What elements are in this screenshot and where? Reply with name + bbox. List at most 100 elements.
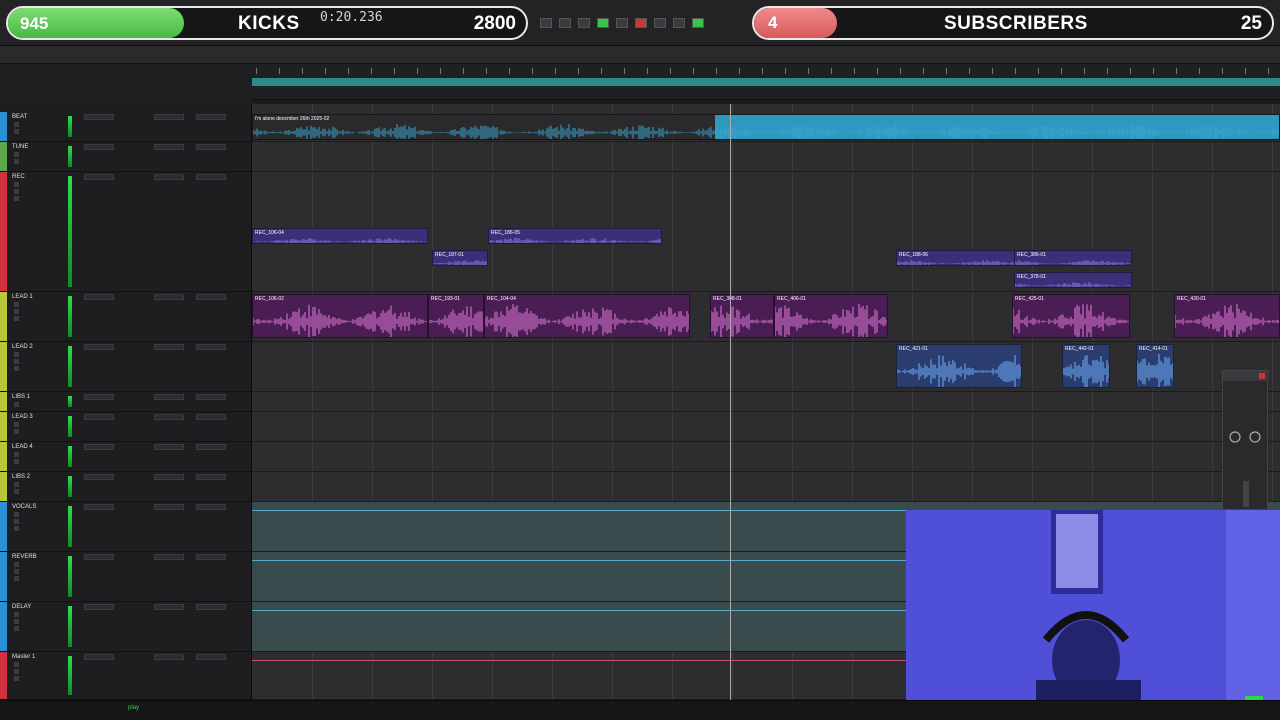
send-slot[interactable] — [154, 294, 184, 300]
track-name[interactable]: DELAY — [12, 604, 31, 610]
send-slot[interactable] — [154, 344, 184, 350]
track-header[interactable]: REVERB — [0, 552, 252, 602]
track-mute-button[interactable] — [14, 189, 19, 194]
track-solo-button[interactable] — [14, 352, 19, 357]
track-name[interactable]: LEAD 3 — [12, 414, 33, 420]
insert-slot[interactable] — [84, 174, 114, 180]
send-slot[interactable] — [154, 604, 184, 610]
io-selector[interactable] — [196, 174, 226, 180]
track-solo-button[interactable] — [14, 422, 19, 427]
track-solo-button[interactable] — [14, 512, 19, 517]
insert-slot[interactable] — [84, 414, 114, 420]
track-mute-button[interactable] — [14, 619, 19, 624]
audio-clip[interactable]: REC_193-01 — [428, 294, 484, 338]
insert-slot[interactable] — [84, 444, 114, 450]
io-selector[interactable] — [196, 414, 226, 420]
track-header[interactable]: LEAD 3 — [0, 412, 252, 442]
audio-clip[interactable]: REC_386-01 — [1014, 250, 1132, 266]
audio-clip[interactable]: REC_425-01 — [1012, 294, 1130, 338]
insert-slot[interactable] — [84, 344, 114, 350]
track-solo-button[interactable] — [14, 122, 19, 127]
send-slot[interactable] — [154, 174, 184, 180]
insert-slot[interactable] — [84, 554, 114, 560]
track-mute-button[interactable] — [14, 519, 19, 524]
insert-slot[interactable] — [84, 604, 114, 610]
track-header[interactable]: REC — [0, 172, 252, 292]
audio-clip[interactable]: REC_406-01 — [774, 294, 888, 338]
send-slot[interactable] — [154, 554, 184, 560]
io-selector[interactable] — [196, 344, 226, 350]
io-selector[interactable] — [196, 144, 226, 150]
track-header[interactable]: VOCALS — [0, 502, 252, 552]
online-button[interactable] — [540, 18, 552, 28]
send-slot[interactable] — [154, 394, 184, 400]
track-header[interactable]: Master 1 — [0, 652, 252, 700]
track-name[interactable]: BEAT — [12, 114, 27, 120]
track-solo-button[interactable] — [14, 402, 19, 407]
track-name[interactable]: LIBS 2 — [12, 474, 30, 480]
track-solo-button[interactable] — [14, 482, 19, 487]
track-name[interactable]: TUNE — [12, 144, 28, 150]
track-header[interactable]: LEAD 4 — [0, 442, 252, 472]
audio-clip[interactable]: REC_188-06 — [896, 250, 1016, 266]
audio-clip[interactable]: REC_378-01 — [1014, 272, 1132, 288]
io-selector[interactable] — [196, 394, 226, 400]
track-header[interactable]: BEAT — [0, 112, 252, 142]
audio-clip[interactable]: i'm alone december 26th 2025-02 — [252, 114, 1280, 140]
track-solo-button[interactable] — [14, 182, 19, 187]
plugin-window[interactable] — [1222, 370, 1269, 510]
main-counter[interactable]: 0:20.236 — [320, 10, 383, 25]
track-header[interactable]: DELAY — [0, 602, 252, 652]
io-selector[interactable] — [196, 554, 226, 560]
send-slot[interactable] — [154, 654, 184, 660]
track-solo-button[interactable] — [14, 302, 19, 307]
track-header[interactable]: LEAD 1 — [0, 292, 252, 342]
track-name[interactable]: VOCALS — [12, 504, 36, 510]
track-solo-button[interactable] — [14, 152, 19, 157]
record-button[interactable] — [635, 18, 647, 28]
track-lane[interactable] — [252, 392, 1280, 412]
send-slot[interactable] — [154, 474, 184, 480]
track-name[interactable]: Master 1 — [12, 654, 35, 660]
track-solo-button[interactable] — [14, 612, 19, 617]
track-name[interactable]: REC — [12, 174, 25, 180]
track-lane[interactable] — [252, 412, 1280, 442]
track-rec-button[interactable] — [14, 626, 19, 631]
loop-button[interactable] — [654, 18, 666, 28]
playhead-cursor[interactable] — [730, 104, 731, 700]
track-rec-button[interactable] — [14, 676, 19, 681]
insert-slot[interactable] — [84, 474, 114, 480]
track-name[interactable]: LEAD 2 — [12, 344, 33, 350]
audio-clip[interactable]: REC_414-01 — [1136, 344, 1174, 388]
track-header[interactable]: TUNE — [0, 142, 252, 172]
send-slot[interactable] — [154, 114, 184, 120]
track-mute-button[interactable] — [14, 159, 19, 164]
track-name[interactable]: LIBS 1 — [12, 394, 30, 400]
io-selector[interactable] — [196, 294, 226, 300]
audio-clip[interactable]: REC_106-04 — [252, 228, 428, 244]
track-solo-button[interactable] — [14, 562, 19, 567]
io-selector[interactable] — [196, 504, 226, 510]
track-mute-button[interactable] — [14, 429, 19, 434]
track-lane[interactable] — [252, 442, 1280, 472]
track-rec-button[interactable] — [14, 366, 19, 371]
audio-clip[interactable]: REC_186-05 — [488, 228, 662, 244]
stop-button[interactable] — [578, 18, 590, 28]
track-header[interactable]: LIBS 1 — [0, 392, 252, 412]
track-name[interactable]: REVERB — [12, 554, 37, 560]
track-header[interactable]: LEAD 2 — [0, 342, 252, 392]
insert-slot[interactable] — [84, 504, 114, 510]
track-mute-button[interactable] — [14, 489, 19, 494]
track-rec-button[interactable] — [14, 576, 19, 581]
insert-slot[interactable] — [84, 294, 114, 300]
track-mute-button[interactable] — [14, 359, 19, 364]
track-mute-button[interactable] — [14, 459, 19, 464]
track-rec-button[interactable] — [14, 316, 19, 321]
insert-slot[interactable] — [84, 114, 114, 120]
universe-strip[interactable] — [0, 46, 1280, 64]
insert-slot[interactable] — [84, 144, 114, 150]
audio-clip[interactable]: REC_442-01 — [1062, 344, 1110, 388]
send-slot[interactable] — [154, 144, 184, 150]
audio-clip[interactable]: REC_308-01 — [710, 294, 774, 338]
play-button[interactable] — [597, 18, 609, 28]
